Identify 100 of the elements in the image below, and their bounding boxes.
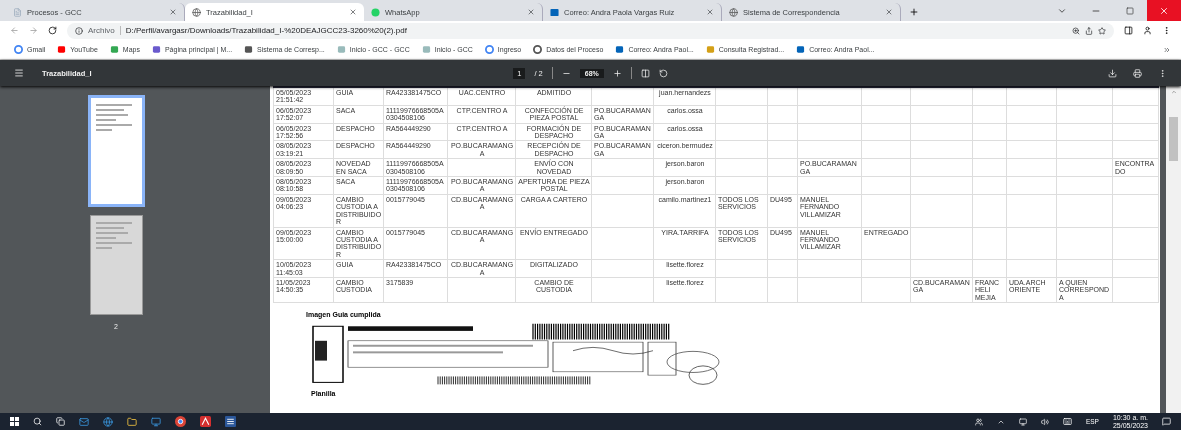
table-cell: [767, 87, 798, 106]
volume-icon[interactable]: [1040, 417, 1049, 426]
table-cell: [910, 140, 973, 159]
close-icon[interactable]: [706, 8, 714, 16]
table-cell: [767, 259, 798, 278]
table-cell: [1112, 123, 1159, 141]
browser-icon[interactable]: [175, 416, 186, 427]
table-cell: [591, 87, 654, 106]
mail-icon[interactable]: [79, 416, 89, 427]
table-cell: [861, 259, 911, 278]
table-cell: [1112, 140, 1159, 159]
task-view-icon[interactable]: [56, 417, 65, 426]
scrollbar[interactable]: [1166, 86, 1181, 413]
table-cell: [910, 259, 973, 278]
site-icon: [796, 45, 806, 54]
print-icon[interactable]: [1133, 68, 1142, 78]
document-app-icon[interactable]: [225, 416, 236, 427]
folder-icon[interactable]: [127, 416, 137, 427]
table-cell: [797, 259, 862, 278]
reload-icon[interactable]: [48, 26, 57, 35]
table-cell: [767, 176, 798, 195]
table-cell: [767, 105, 798, 124]
download-icon[interactable]: [1108, 68, 1117, 78]
globe-icon: [729, 7, 738, 17]
table-cell: [1056, 259, 1113, 278]
table-cell: [591, 277, 654, 303]
site-icon: [57, 45, 67, 54]
table-cell: [861, 123, 911, 141]
table-cell: [1056, 123, 1113, 141]
fit-page-icon[interactable]: [640, 68, 650, 78]
table-cell: [861, 158, 911, 177]
more-icon[interactable]: [1158, 68, 1167, 78]
page-thumbnail[interactable]: [89, 215, 143, 315]
table-cell: [1006, 176, 1057, 195]
globe-icon: [484, 45, 494, 54]
site-icon: [421, 45, 431, 54]
menu-icon[interactable]: [1162, 26, 1171, 35]
table-cell: [591, 194, 654, 227]
table-cell: [1112, 227, 1159, 260]
address-field[interactable]: Archivo D:/Perfil/avargasr/Downloads/Trazabilidad_I-%20DEAJGCC23-3260%20(2).pdf: [67, 22, 1114, 39]
table-cell: [1006, 140, 1057, 159]
table-cell: [910, 87, 973, 106]
table-cell: [1006, 87, 1057, 106]
close-icon[interactable]: [349, 8, 357, 16]
table-cell: [1056, 176, 1113, 195]
close-icon[interactable]: [169, 8, 177, 16]
table-cell: [861, 87, 911, 106]
table-cell: [1112, 176, 1159, 195]
side-panel-icon[interactable]: [1124, 26, 1133, 35]
url-text: D:/Perfil/avargasr/Downloads/Trazabilidad_I-%20DEAJGCC23-3260%20(2).pdf: [125, 26, 407, 35]
site-icon: [705, 45, 715, 54]
table-cell: [1006, 158, 1057, 177]
table-cell: [767, 158, 798, 177]
app-icon[interactable]: [151, 416, 161, 427]
more-bookmarks-icon[interactable]: [1163, 45, 1171, 54]
profile-icon[interactable]: [1143, 26, 1152, 35]
search-icon[interactable]: [33, 417, 42, 426]
table-cell: [797, 277, 862, 303]
site-icon: [244, 45, 254, 54]
bookmark-star-icon[interactable]: [1098, 26, 1106, 35]
table-cell: [767, 140, 798, 159]
scrollbar-thumb[interactable]: [1169, 117, 1178, 161]
table-cell: [910, 105, 973, 124]
table-cell: [1006, 105, 1057, 124]
table-cell: [972, 87, 1007, 106]
table-cell: [797, 123, 862, 141]
globe-icon: [533, 45, 543, 54]
zoom-icon[interactable]: [1072, 26, 1080, 35]
table-cell: [715, 176, 768, 195]
table-cell: [910, 123, 973, 141]
close-icon[interactable]: [885, 8, 893, 16]
table-cell: [861, 140, 911, 159]
table-cell: [1056, 87, 1113, 106]
table-cell: [591, 158, 654, 177]
page-thumbnail[interactable]: [87, 95, 145, 207]
table-cell: [447, 277, 516, 303]
table-cell: [1056, 158, 1113, 177]
table-cell: [1006, 194, 1057, 227]
people-icon[interactable]: [974, 417, 983, 426]
new-tab-icon[interactable]: [909, 7, 919, 17]
table-cell: [715, 259, 768, 278]
table-cell: [591, 227, 654, 260]
share-icon[interactable]: [1085, 26, 1093, 35]
notification-icon[interactable]: [1162, 417, 1171, 426]
network-icon[interactable]: [1018, 417, 1027, 426]
rotate-icon[interactable]: [658, 68, 668, 78]
zoom-in-icon[interactable]: [612, 68, 622, 78]
table-cell: [1112, 87, 1159, 106]
table-cell: [715, 277, 768, 303]
table-cell: [972, 140, 1007, 159]
pdf-app-icon[interactable]: [200, 416, 211, 427]
table-cell: [910, 158, 973, 177]
table-cell: [861, 194, 911, 227]
table-cell: [910, 176, 973, 195]
close-icon[interactable]: [527, 8, 535, 16]
table-cell: [797, 105, 862, 124]
table-cell: [972, 194, 1007, 227]
table-cell: [1056, 227, 1113, 260]
windows-icon[interactable]: [10, 417, 19, 426]
keyboard-icon[interactable]: [1062, 417, 1072, 426]
